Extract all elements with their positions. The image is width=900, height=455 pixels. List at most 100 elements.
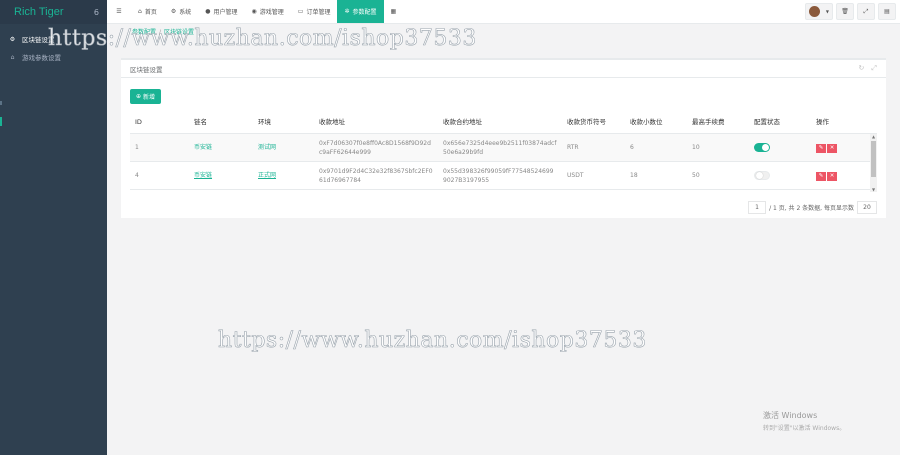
expand-icon: ⤢	[863, 7, 869, 15]
pagination-summary: / 1 页, 共 2 条数据, 每页显示数	[769, 205, 854, 212]
home-icon: ⌂	[138, 8, 142, 15]
pencil-icon: ✎	[818, 172, 824, 179]
panel-tools: ↻ ⤢	[859, 64, 877, 73]
settings-panel-button[interactable]: ▤	[878, 3, 896, 20]
grid-icon: ▦	[390, 8, 397, 15]
delete-button[interactable]: ✕	[827, 171, 837, 181]
hamburger-icon: ☰	[116, 8, 122, 15]
watermark-text: https://www.huzhan.com/ishop37533	[218, 328, 647, 354]
gamepad-icon: ◉	[251, 8, 257, 15]
brand-bar: Rich Tiger 6	[0, 0, 107, 24]
avatar	[808, 6, 820, 17]
grid-menu-button[interactable]: ▦	[384, 0, 404, 23]
toggle-knob	[756, 172, 763, 179]
watermark-text: https://www.huzhan.com/ishop37533	[48, 26, 477, 52]
fullscreen-button[interactable]: ⤢	[857, 3, 875, 20]
cell-chain-link[interactable]: 币安链	[189, 143, 253, 152]
cog-icon: ✲	[344, 8, 350, 15]
card-icon: ▭	[297, 8, 304, 15]
add-button-label: 新增	[143, 94, 156, 101]
user-menu-button[interactable]: ▼	[805, 3, 833, 20]
nav-item-system[interactable]: ⚙ 系统	[164, 0, 198, 23]
trash-button[interactable]: 🗑	[836, 3, 854, 20]
nav-item-params[interactable]: ✲ 参数配置	[337, 0, 384, 23]
gear-icon: ⚙	[9, 35, 16, 43]
refresh-icon[interactable]: ↻	[859, 64, 865, 73]
table-row: 4 币安链 正式网 0x9701d9F2d4C32e32f8367Sbfc2EF…	[130, 162, 877, 190]
brand-name: Rich Tiger	[14, 6, 64, 18]
sidebar: Rich Tiger 6 ⚙ 区块链设置 ⌂ 游戏参数设置	[0, 0, 107, 455]
page-number-input[interactable]: 1	[748, 201, 767, 214]
windows-activation-notice: 激活 Windows 转到"设置"以激活 Windows。	[763, 410, 845, 432]
panel-header: 区块链设置 ↻ ⤢	[121, 60, 886, 78]
cell-symbol: RTR	[567, 144, 579, 151]
cell-env-link[interactable]: 正式网	[253, 171, 314, 180]
cell-decimals: 6	[630, 144, 634, 151]
home-icon: ⌂	[10, 53, 15, 61]
add-button[interactable]: ⊕ 新增	[130, 89, 162, 104]
nav-item-label: 订单管理	[306, 9, 331, 16]
edit-button[interactable]: ✎	[816, 171, 826, 181]
table-body: 1 币安链 测试网 0xF7d06307f0e8ff0Ac8D1568f9D92…	[130, 134, 877, 192]
sidebar-item-label: 游戏参数设置	[22, 54, 61, 62]
scroll-up-icon[interactable]: ▲	[870, 134, 877, 139]
page-size-select[interactable]: 20	[857, 201, 877, 214]
col-header-contract-address[interactable]: 收款合约地址	[438, 118, 562, 127]
cell-id: 4	[135, 172, 139, 179]
cell-max-fee: 50	[692, 172, 700, 179]
cell-address: 0x9701d9F2d4C32e32f8367Sbfc2EF061d769677…	[319, 167, 433, 184]
expand-icon[interactable]: ⤢	[871, 64, 877, 73]
col-header-env[interactable]: 环境	[253, 118, 314, 127]
user-icon: ●	[205, 8, 211, 15]
pencil-icon: ✎	[818, 144, 824, 151]
cell-contract-address: 0x55d398326f99059fF775485246999027B31979…	[443, 167, 554, 184]
table-row: 1 币安链 测试网 0xF7d06307f0e8ff0Ac8D1568f9D92…	[130, 134, 877, 162]
menu-toggle-button[interactable]: ☰	[107, 0, 131, 23]
blockchain-table: ID 链名 环境 收款地址 收款合约地址 收款货币符号 收款小数位 最高手续费 …	[130, 112, 877, 192]
scroll-thumb[interactable]	[871, 141, 876, 177]
activation-title: 激活 Windows	[763, 411, 818, 420]
state-toggle[interactable]	[754, 143, 770, 152]
blockchain-settings-panel: 区块链设置 ↻ ⤢ ⊕ 新增 ID 链名 环境 收款地址 收款合约地址 收款货币…	[121, 58, 886, 218]
col-header-state[interactable]: 配置状态	[749, 118, 811, 127]
cell-decimals: 18	[630, 172, 638, 179]
panel-icon: ▤	[884, 8, 890, 15]
nav-item-label: 系统	[179, 9, 192, 16]
brand-badge: 6	[93, 7, 99, 17]
col-header-symbol[interactable]: 收款货币符号	[562, 118, 625, 127]
delete-button[interactable]: ✕	[827, 143, 837, 153]
nav-item-label: 游戏管理	[259, 9, 284, 16]
col-header-chain[interactable]: 链名	[189, 118, 253, 127]
col-header-decimals[interactable]: 收款小数位	[625, 118, 687, 127]
top-right-tools: ▼ 🗑 ⤢ ▤	[805, 3, 896, 20]
panel-title: 区块链设置	[130, 65, 163, 74]
trash-icon: 🗑	[841, 8, 849, 15]
scroll-down-icon[interactable]: ▼	[870, 187, 877, 192]
nav-item-label: 首页	[144, 9, 157, 16]
table-header-row: ID 链名 环境 收款地址 收款合约地址 收款货币符号 收款小数位 最高手续费 …	[130, 112, 877, 134]
table-scrollbar[interactable]: ▲ ▼	[870, 134, 877, 192]
col-header-max-fee[interactable]: 最高手续费	[687, 118, 749, 127]
col-header-id[interactable]: ID	[130, 118, 189, 127]
cell-max-fee: 10	[692, 144, 700, 151]
cell-symbol: USDT	[567, 172, 584, 179]
col-header-address[interactable]: 收款地址	[314, 118, 438, 127]
nav-item-games[interactable]: ◉ 游戏管理	[245, 0, 291, 23]
plus-icon: ⊕	[136, 93, 142, 100]
cell-actions: ✎ ✕	[811, 143, 877, 153]
nav-item-home[interactable]: ⌂ 首页	[131, 0, 164, 23]
cell-chain-link[interactable]: 币安链	[189, 171, 253, 180]
nav-item-users[interactable]: ● 用户管理	[198, 0, 244, 23]
cell-state	[749, 171, 811, 180]
sidebar-marker	[0, 101, 2, 105]
edit-button[interactable]: ✎	[816, 143, 826, 153]
pagination: 1 / 1 页, 共 2 条数据, 每页显示数 20	[748, 201, 877, 214]
nav-item-label: 参数配置	[352, 9, 377, 16]
top-navigation: ☰ ⌂ 首页 ⚙ 系统 ● 用户管理 ◉ 游戏管理 ▭ 订单管理 ✲ 参数配置 …	[107, 0, 900, 24]
cell-state	[749, 143, 811, 152]
nav-item-label: 用户管理	[213, 9, 238, 16]
close-icon: ✕	[829, 144, 835, 151]
cell-env-link[interactable]: 测试网	[253, 143, 314, 152]
state-toggle[interactable]	[754, 171, 770, 180]
nav-item-orders[interactable]: ▭ 订单管理	[291, 0, 338, 23]
